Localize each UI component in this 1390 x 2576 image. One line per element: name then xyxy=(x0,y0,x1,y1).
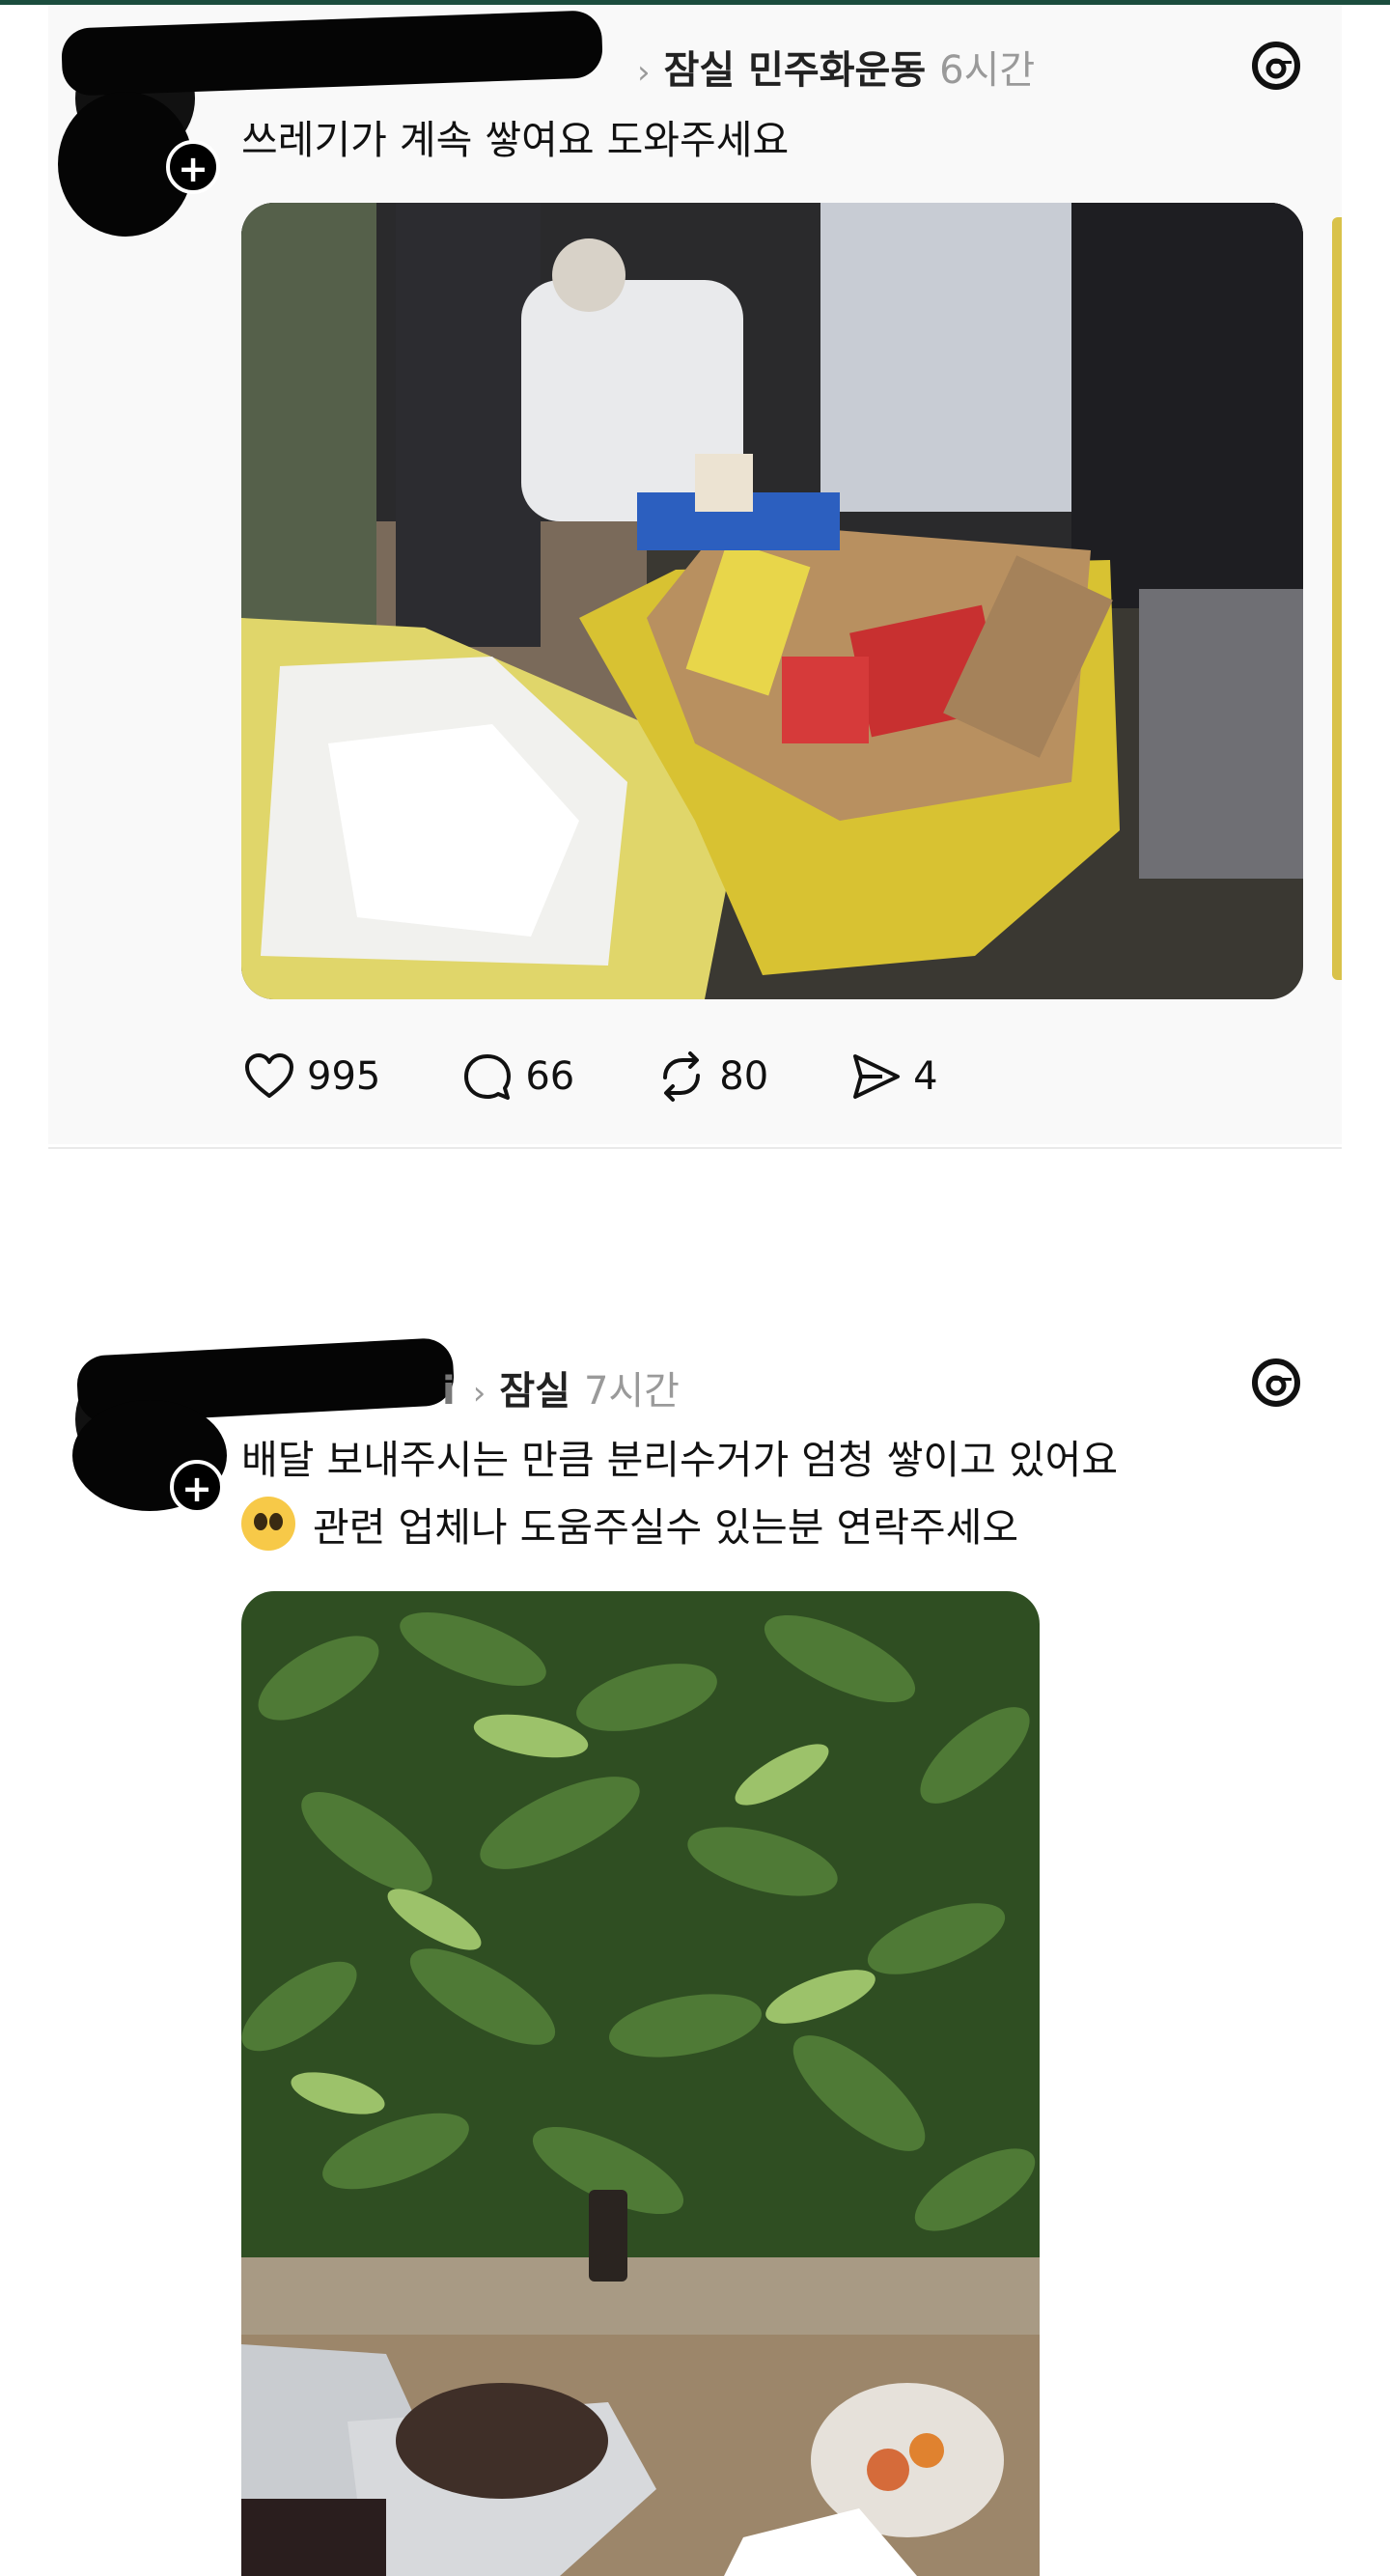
post-location[interactable]: 잠실 민주화운동 xyxy=(664,48,927,93)
post-text: 배달 보내주시는 만큼 분리수거가 엄청 쌓이고 있어요 관련 업체나 도움주실… xyxy=(241,1426,1118,1561)
post-photo-trash-bins[interactable] xyxy=(241,203,1303,999)
post-location[interactable]: 잠실 xyxy=(499,1369,570,1414)
username-tail[interactable]: i xyxy=(442,1369,456,1414)
next-photo-peek[interactable] xyxy=(1332,217,1342,980)
post-text: 쓰레기가 계속 쌓여요 도와주세요 xyxy=(241,106,789,174)
follow-plus-icon[interactable]: + xyxy=(166,140,220,194)
follow-plus-icon[interactable]: + xyxy=(170,1460,224,1514)
share-button[interactable]: 4 xyxy=(848,1049,938,1105)
post-text-line: 쓰레기가 계속 쌓여요 도와주세요 xyxy=(241,117,790,163)
send-icon xyxy=(853,1054,901,1099)
post-text-line: 관련 업체나 도움주실수 있는분 연락주세오 xyxy=(313,1504,1019,1551)
share-count: 4 xyxy=(913,1054,938,1099)
like-count: 995 xyxy=(307,1054,381,1099)
repost-icon xyxy=(663,1051,701,1102)
post-text-line: 배달 보내주시는 만큼 분리수거가 엄청 쌓이고 있어요 xyxy=(241,1437,1119,1483)
like-button[interactable]: 995 xyxy=(241,1049,380,1105)
post-time: 7시간 xyxy=(583,1369,680,1414)
repost-button[interactable]: 80 xyxy=(653,1049,768,1105)
post-header: › 잠실 민주화운동 6시간 xyxy=(637,39,1035,95)
post-header: i › 잠실 7시간 xyxy=(442,1359,680,1415)
post-time: 6시간 xyxy=(939,48,1036,93)
repost-count: 80 xyxy=(719,1054,769,1099)
post-photo-garden-trash[interactable] xyxy=(241,1591,1040,2576)
threads-icon[interactable] xyxy=(1249,39,1303,93)
garden-photo-drawing xyxy=(241,1591,1040,2576)
comment-button[interactable]: 66 xyxy=(459,1049,574,1105)
post-actions: 995 66 80 4 xyxy=(241,1043,1017,1110)
comment-count: 66 xyxy=(525,1054,575,1099)
comment-icon xyxy=(464,1054,512,1100)
pleading-face-icon xyxy=(241,1497,295,1551)
threads-icon[interactable] xyxy=(1249,1356,1303,1410)
post-divider xyxy=(48,1147,1342,1149)
trash-photo-drawing xyxy=(241,203,1303,999)
chevron-right-icon: › xyxy=(472,1374,486,1413)
heart-icon xyxy=(245,1053,293,1098)
post-text-line-2: 관련 업체나 도움주실수 있는분 연락주세오 xyxy=(241,1494,1118,1561)
chevron-right-icon: › xyxy=(637,53,651,92)
